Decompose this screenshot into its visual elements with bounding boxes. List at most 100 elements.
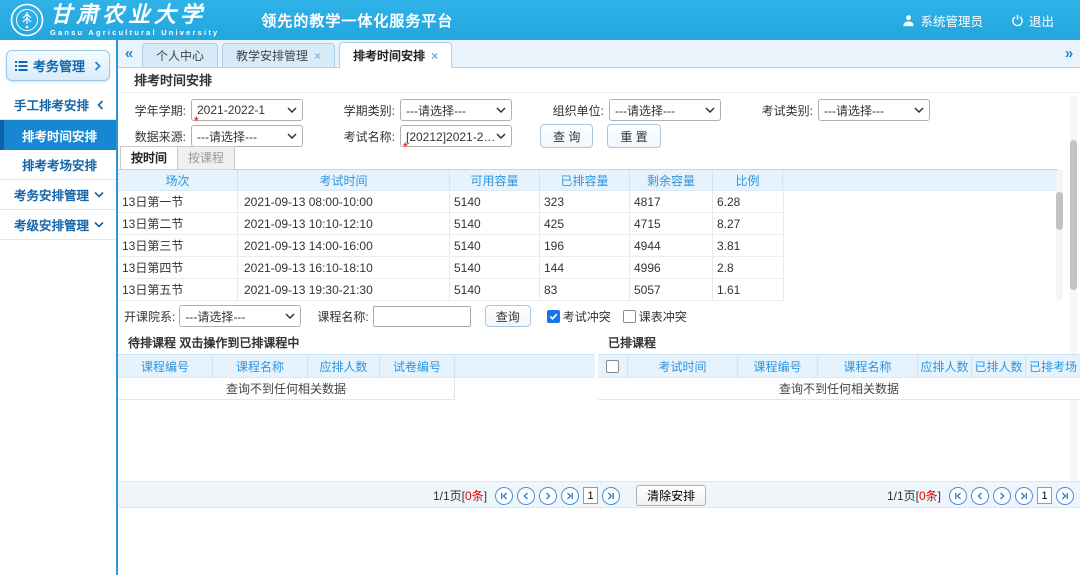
col-header-session[interactable]: 场次 (118, 170, 238, 190)
prev-page-button[interactable] (971, 487, 989, 505)
table-body: 13日第一节2021-09-13 08:00-10:00 5140323 481… (118, 191, 784, 301)
exam-conflict-checkbox[interactable]: 考试冲突 (547, 308, 611, 325)
record-count: 0条 (465, 489, 484, 503)
logout-button[interactable]: 退出 (1011, 11, 1054, 30)
sidebar-item-exam-time[interactable]: 排考时间安排 (0, 120, 116, 150)
first-page-button[interactable] (949, 487, 967, 505)
tabs-scroll-right-icon[interactable]: » (1058, 39, 1080, 67)
tab-personal-center[interactable]: 个人中心 (142, 43, 218, 67)
first-page-icon (952, 490, 964, 502)
table-scrollbar-thumb[interactable] (1056, 192, 1063, 230)
tab-close-icon[interactable]: × (314, 49, 321, 63)
tabs-scroll-left-icon[interactable]: « (118, 39, 140, 67)
current-user[interactable]: 系统管理员 (902, 11, 983, 30)
table-row[interactable]: 13日第二节2021-09-13 10:10-12:10 5140425 471… (118, 213, 784, 235)
scheduled-panel-header: 考试时间 课程编号 课程名称 应排人数 已排人数 已排考场 (598, 354, 1080, 378)
data-source-select[interactable]: ---请选择--- (191, 125, 303, 147)
field-term-type: 学期类别: ---请选择--- (327, 99, 512, 121)
page-scrollbar-thumb[interactable] (1070, 140, 1077, 290)
field-label: 学期类别: (327, 102, 395, 119)
col-header-scheduled-capacity[interactable]: 已排容量 (540, 170, 630, 190)
exam-name-select[interactable]: [20212]2021-2022学年 (400, 125, 512, 147)
required-mark: * (403, 140, 408, 154)
timetable-conflict-checkbox[interactable]: 课表冲突 (623, 308, 687, 325)
sidebar-item-exam-room[interactable]: 排考考场安排 (0, 150, 116, 180)
go-page-button[interactable] (602, 487, 620, 505)
tab-label: 排考时间安排 (353, 47, 425, 64)
prev-page-icon (974, 490, 986, 502)
first-page-button[interactable] (495, 487, 513, 505)
field-label: 数据来源: (118, 128, 186, 145)
tab-label: 个人中心 (156, 47, 204, 64)
sidebar: 考务管理 手工排考安排 排考时间安排 排考考场安排 考务安排管理 考级安排管理 (0, 40, 118, 575)
sidebar-group-exam-arrangement[interactable]: 考务安排管理 (0, 180, 116, 210)
tab-close-icon[interactable]: × (431, 49, 438, 63)
col-header-course-name[interactable]: 课程名称 (818, 355, 918, 377)
go-page-icon (1059, 490, 1071, 502)
dropdown-arrow-icon (287, 133, 297, 139)
next-page-button[interactable] (539, 487, 557, 505)
chevron-down-icon (94, 221, 104, 228)
col-header-available-capacity[interactable]: 可用容量 (450, 170, 540, 190)
col-header-course-id[interactable]: 课程编号 (738, 355, 818, 377)
first-page-icon (498, 490, 510, 502)
sidebar-root-exam-management[interactable]: 考务管理 (6, 50, 110, 81)
main-area: « 个人中心 教学安排管理 × 排考时间安排 × » 排考时间安排 学年学期: … (118, 40, 1080, 575)
tab-exam-time-arrangement[interactable]: 排考时间安排 × (339, 42, 452, 68)
dept-select[interactable]: ---请选择--- (179, 305, 301, 327)
last-page-button[interactable] (1015, 487, 1033, 505)
page-info: 1/1页[ (433, 489, 465, 503)
field-exam-name: 考试名称: [20212]2021-2022学年 * (327, 125, 512, 147)
course-filter-toolbar: 开课院系: ---请选择--- 课程名称: 查询 考试冲突 课表冲突 (124, 304, 687, 328)
semester-select[interactable]: 2021-2022-1 (191, 99, 303, 121)
table-row[interactable]: 13日第五节2021-09-13 19:30-21:30 514083 5057… (118, 279, 784, 301)
col-header-scheduled-rooms[interactable]: 已排考场 (1026, 355, 1080, 377)
sidebar-item-label: 排考考场安排 (22, 155, 97, 174)
page-content: 排考时间安排 学年学期: 2021-2022-1 * 学期类别: ---请选择-… (118, 68, 1080, 575)
go-page-button[interactable] (1056, 487, 1074, 505)
sidebar-group-manual-exam[interactable]: 手工排考安排 (0, 90, 116, 120)
next-page-icon (542, 490, 554, 502)
sidebar-group-level-arrangement[interactable]: 考级安排管理 (0, 210, 116, 240)
clear-arrangement-button[interactable]: 清除安排 (636, 485, 706, 506)
col-header-expected-count[interactable]: 应排人数 (308, 355, 380, 377)
pending-panel-header: 课程编号 课程名称 应排人数 试卷编号 (118, 354, 595, 378)
course-name-input[interactable] (373, 306, 471, 327)
col-header-course-id[interactable]: 课程编号 (118, 355, 213, 377)
dropdown-arrow-icon (496, 107, 506, 113)
pending-courses-panel: 待排课程 双击操作到已排课程中 课程编号 课程名称 应排人数 试卷编号 查询不到… (118, 332, 595, 400)
reset-button[interactable]: 重 置 (607, 124, 660, 148)
col-header-paper-id[interactable]: 试卷编号 (380, 355, 455, 377)
prev-page-button[interactable] (517, 487, 535, 505)
col-header-exam-time[interactable]: 考试时间 (238, 170, 450, 190)
table-row[interactable]: 13日第一节2021-09-13 08:00-10:00 5140323 481… (118, 191, 784, 213)
filter-row-2: 数据来源: ---请选择--- 考试名称: [20212]2021-2022学年… (118, 123, 1080, 149)
course-name-label: 课程名称: (317, 308, 368, 325)
tab-strip: « 个人中心 教学安排管理 × 排考时间安排 × » (118, 40, 1080, 68)
filter-row-1: 学年学期: 2021-2022-1 * 学期类别: ---请选择--- 组织单位… (118, 97, 1080, 123)
col-header-ratio[interactable]: 比例 (713, 170, 783, 190)
table-row[interactable]: 13日第三节2021-09-13 14:00-16:00 5140196 494… (118, 235, 784, 257)
search-button[interactable]: 查 询 (540, 124, 593, 148)
tab-teaching-management[interactable]: 教学安排管理 × (222, 43, 335, 67)
page-number-input[interactable] (1037, 487, 1052, 504)
sidebar-item-label: 排考时间安排 (22, 126, 97, 145)
col-header-expected-count[interactable]: 应排人数 (918, 355, 972, 377)
exam-type-select[interactable]: ---请选择--- (818, 99, 930, 121)
dropdown-arrow-icon (914, 107, 924, 113)
col-header-scheduled-count[interactable]: 已排人数 (972, 355, 1026, 377)
table-row[interactable]: 13日第四节2021-09-13 16:10-18:10 5140144 499… (118, 257, 784, 279)
term-type-select[interactable]: ---请选择--- (400, 99, 512, 121)
course-search-button[interactable]: 查询 (485, 305, 531, 327)
last-page-button[interactable] (561, 487, 579, 505)
col-header-remaining-capacity[interactable]: 剩余容量 (630, 170, 713, 190)
col-header-exam-time[interactable]: 考试时间 (628, 355, 738, 377)
last-page-icon (1018, 490, 1030, 502)
view-tab-by-course[interactable]: 按课程 (178, 146, 235, 169)
page-number-input[interactable] (583, 487, 598, 504)
select-all-checkbox[interactable] (598, 355, 628, 377)
view-tab-by-time[interactable]: 按时间 (120, 146, 178, 169)
col-header-course-name[interactable]: 课程名称 (213, 355, 308, 377)
next-page-button[interactable] (993, 487, 1011, 505)
org-unit-select[interactable]: ---请选择--- (609, 99, 721, 121)
